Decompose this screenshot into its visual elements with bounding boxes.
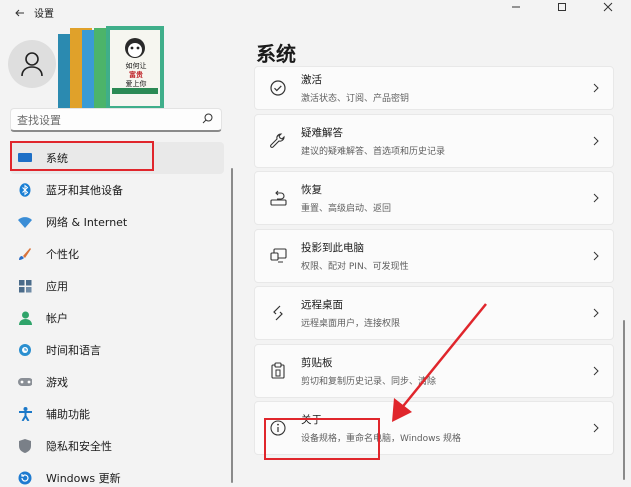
chevron-right-icon: [579, 193, 613, 203]
window-title: 设置: [34, 9, 54, 20]
card-subtitle: 激活状态、订阅、产品密钥: [301, 94, 410, 104]
sidebar-item-label: 网络 & Internet: [46, 216, 128, 229]
sidebar-item-label: 蓝牙和其他设备: [46, 184, 123, 197]
brush-icon: [18, 247, 32, 261]
update-icon: [18, 471, 32, 485]
gamepad-icon: [18, 375, 32, 389]
bluetooth-icon: [18, 183, 32, 197]
window-controls: [493, 0, 631, 14]
content-scrollbar[interactable]: [623, 320, 625, 480]
minimize-icon[interactable]: [493, 0, 539, 14]
sidebar-item-label: 时间和语言: [46, 344, 101, 357]
remote-desktop-icon: [255, 305, 301, 321]
info-icon: [255, 420, 301, 436]
chevron-right-icon: [579, 83, 613, 93]
maximize-icon[interactable]: [539, 0, 585, 14]
wifi-icon: [18, 215, 32, 229]
card-project-to-pc[interactable]: 投影到此电脑 权限、配对 PIN、可发现性: [254, 228, 614, 283]
person-icon: [18, 311, 32, 325]
card-subtitle: 权限、配对 PIN、可发现性: [301, 261, 409, 272]
sidebar-item-label: Windows 更新: [46, 472, 121, 485]
chevron-right-icon: [579, 366, 613, 376]
clipboard-icon: [255, 362, 301, 379]
card-subtitle: 设备规格，重命名电脑，Windows 规格: [301, 434, 462, 444]
card-title: 疑难解答: [301, 126, 343, 139]
search-input[interactable]: 查找设置: [17, 112, 61, 128]
chevron-right-icon: [579, 136, 613, 146]
sidebar-item-gaming[interactable]: 游戏: [10, 366, 224, 398]
sidebar-scrollbar[interactable]: [231, 168, 233, 483]
user-icon: [21, 52, 43, 77]
accessibility-icon: [18, 407, 32, 421]
search-box[interactable]: 查找设置: [10, 108, 222, 132]
apps-icon: [18, 279, 32, 293]
card-activation[interactable]: 激活 激活状态、订阅、产品密钥: [254, 66, 614, 110]
page-title: 系统: [256, 42, 296, 66]
chevron-right-icon: [579, 251, 613, 261]
card-title: 恢复: [301, 184, 322, 196]
sidebar-item-label: 系统: [46, 152, 68, 165]
sidebar-item-accounts[interactable]: 帐户: [10, 302, 224, 334]
card-recovery[interactable]: 恢复 重置、高级启动、返回: [254, 171, 614, 225]
monitor-icon: [18, 151, 32, 165]
sidebar-item-label: 应用: [46, 280, 68, 293]
title-bar: 设置: [14, 5, 54, 20]
sidebar-item-label: 辅助功能: [46, 408, 90, 421]
sidebar-item-windows-update[interactable]: Windows 更新: [10, 462, 224, 487]
sidebar-item-personalization[interactable]: 个性化: [10, 238, 224, 270]
sidebar-item-label: 隐私和安全性: [46, 440, 112, 453]
recovery-icon: [255, 190, 301, 206]
sidebar-item-bluetooth[interactable]: 蓝牙和其他设备: [10, 174, 224, 206]
sidebar-item-apps[interactable]: 应用: [10, 270, 224, 302]
wrench-icon: [255, 132, 301, 149]
close-icon[interactable]: [585, 0, 631, 14]
sidebar-item-label: 个性化: [46, 248, 79, 261]
search-icon[interactable]: [202, 113, 213, 127]
card-subtitle: 重置、高级启动、返回: [301, 204, 392, 214]
globe-clock-icon: [18, 343, 32, 357]
sidebar-item-label: 帐户: [46, 312, 68, 325]
card-title: 激活: [301, 74, 322, 86]
book-covers-image: 如何让 富贵 爱上你: [56, 26, 168, 110]
sidebar-item-system[interactable]: 系统: [10, 142, 224, 174]
sidebar-item-label: 游戏: [46, 376, 68, 389]
shield-icon: [18, 439, 32, 453]
back-arrow-icon[interactable]: [14, 7, 26, 19]
sidebar-item-accessibility[interactable]: 辅助功能: [10, 398, 224, 430]
card-troubleshoot[interactable]: 疑难解答 建议的疑难解答、首选项和历史记录: [254, 113, 614, 168]
chevron-right-icon: [579, 308, 613, 318]
check-circle-icon: [255, 80, 301, 96]
chevron-right-icon: [579, 423, 613, 433]
sidebar: 系统 蓝牙和其他设备 网络 & Internet 个性化 应用 帐户 时间和语言…: [10, 142, 224, 487]
book-cover-title: 如何让 富贵 爱上你: [125, 62, 147, 88]
sidebar-item-time-language[interactable]: 时间和语言: [10, 334, 224, 366]
avatar[interactable]: [8, 40, 56, 88]
sidebar-item-network[interactable]: 网络 & Internet: [10, 206, 224, 238]
sidebar-item-privacy[interactable]: 隐私和安全性: [10, 430, 224, 462]
annotation-arrow-icon: [392, 303, 487, 422]
projection-icon: [255, 248, 301, 263]
card-title: 投影到此电脑: [301, 241, 364, 254]
card-subtitle: 建议的疑难解答、首选项和历史记录: [301, 146, 446, 157]
